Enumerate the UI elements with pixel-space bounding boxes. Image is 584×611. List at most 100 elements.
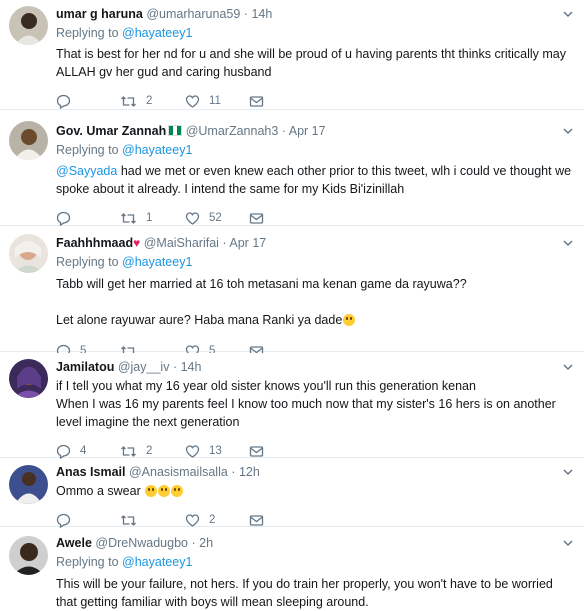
timestamp[interactable]: 2h	[199, 536, 213, 550]
avatar[interactable]	[9, 465, 48, 504]
avatar[interactable]	[9, 536, 48, 575]
chevron-down-icon[interactable]	[562, 237, 574, 249]
replying-to-mention[interactable]: @hayateey1	[122, 26, 192, 40]
display-name[interactable]: Jamilatou	[56, 360, 114, 374]
tweet[interactable]: Jamilatou @jay__iv · 14h if I tell you w…	[0, 353, 584, 461]
display-name[interactable]: Faahhhmaad	[56, 236, 133, 250]
tweet-text: Ommo a swear	[56, 482, 574, 500]
retweet-count: 2	[146, 445, 153, 457]
tweet-header: Awele @DreNwadugbo · 2h	[56, 533, 574, 553]
like-icon	[185, 513, 200, 527]
reply-icon	[56, 94, 71, 109]
username[interactable]: @UmarZannah3	[186, 124, 279, 138]
separator: ·	[243, 7, 248, 21]
reply-button[interactable]	[56, 208, 80, 228]
avatar[interactable]	[9, 234, 48, 273]
message-icon	[249, 514, 264, 526]
username[interactable]: @MaiSharifai	[144, 236, 219, 250]
timestamp[interactable]: Apr 17	[229, 236, 266, 250]
tweet-text: That is best for her nd for u and she wi…	[56, 47, 569, 79]
chevron-down-icon[interactable]	[562, 537, 574, 549]
avatar[interactable]	[9, 6, 48, 45]
separator: ·	[172, 360, 178, 374]
tweet[interactable]: Faahhhmaad♥ @MaiSharifai · Apr 17 Replyi…	[0, 227, 584, 359]
direct-message-button[interactable]	[249, 208, 264, 228]
replying-label: Replying to	[56, 255, 119, 269]
separator: ·	[222, 236, 227, 250]
reply-feed: umar g haruna @umarharuna59 · 14h Replyi…	[0, 0, 584, 610]
tears-of-joy-emoji	[171, 485, 184, 497]
reply-count: 4	[80, 445, 87, 457]
username[interactable]: @umarharuna59	[146, 7, 240, 21]
timestamp[interactable]: Apr 17	[289, 124, 326, 138]
timestamp[interactable]: 14h	[181, 360, 202, 374]
username[interactable]: @DreNwadugbo	[95, 536, 188, 550]
chevron-down-icon[interactable]	[562, 361, 574, 373]
reply-button[interactable]	[56, 510, 80, 530]
display-name[interactable]: Anas Ismail	[56, 465, 125, 479]
replying-label: Replying to	[56, 143, 119, 157]
tweet[interactable]: Anas Ismail @Anasismailsalla · 12h Ommo …	[0, 459, 584, 530]
timestamp[interactable]: 14h	[251, 7, 272, 21]
display-name[interactable]: Awele	[56, 536, 92, 550]
like-button[interactable]: 2	[185, 510, 215, 530]
tweet-header: umar g haruna @umarharuna59 · 14h	[56, 4, 574, 24]
direct-message-button[interactable]	[249, 510, 264, 530]
replying-to-mention[interactable]: @hayateey1	[122, 555, 192, 569]
retweet-button[interactable]: 1	[120, 208, 152, 228]
tweet-header: Gov. Umar Zannah @UmarZannah3 · Apr 17	[56, 121, 574, 141]
message-icon	[249, 212, 264, 224]
tweet[interactable]: umar g haruna @umarharuna59 · 14h Replyi…	[0, 0, 584, 110]
display-name[interactable]: umar g haruna	[56, 7, 143, 21]
reply-button[interactable]: 4	[56, 441, 86, 461]
username[interactable]: @jay__iv	[118, 360, 170, 374]
reply-icon	[56, 513, 71, 528]
retweet-icon	[121, 95, 136, 107]
retweet-icon	[121, 212, 136, 224]
grinning-face-emoji	[343, 314, 356, 326]
replying-label: Replying to	[56, 26, 119, 40]
chevron-down-icon[interactable]	[562, 8, 574, 20]
tweet-header: Jamilatou @jay__iv · 14h	[56, 357, 574, 377]
reply-button[interactable]	[56, 91, 80, 111]
like-button[interactable]: 52	[185, 208, 222, 228]
like-icon	[185, 444, 200, 458]
tweet-actions: 1 52	[56, 208, 574, 228]
retweet-icon	[121, 445, 136, 457]
reply-icon	[56, 444, 71, 459]
replying-to: Replying to @hayateey1	[56, 553, 574, 571]
display-name[interactable]: Gov. Umar Zannah	[56, 124, 166, 138]
retweet-button[interactable]: 2	[120, 91, 152, 111]
direct-message-button[interactable]	[249, 441, 264, 461]
replying-to: Replying to @hayateey1	[56, 141, 574, 159]
like-count: 52	[209, 212, 222, 224]
avatar[interactable]	[9, 359, 48, 398]
tweet[interactable]: Gov. Umar Zannah @UmarZannah3 · Apr 17 R…	[0, 111, 584, 226]
message-icon	[249, 445, 264, 457]
tweet-actions: 2 11	[56, 91, 574, 111]
tweet[interactable]: Awele @DreNwadugbo · 2h Replying to @hay…	[0, 528, 584, 610]
replying-to: Replying to @hayateey1	[56, 24, 574, 42]
like-icon	[185, 211, 200, 225]
username[interactable]: @Anasismailsalla	[129, 465, 228, 479]
like-button[interactable]: 13	[185, 441, 222, 461]
retweet-button[interactable]: 2	[120, 441, 152, 461]
avatar[interactable]	[9, 121, 48, 160]
tears-of-joy-emoji	[158, 485, 171, 497]
timestamp[interactable]: 12h	[239, 465, 260, 479]
retweet-button[interactable]	[120, 510, 146, 530]
nigeria-flag-emoji	[168, 125, 183, 136]
like-button[interactable]: 11	[185, 91, 221, 111]
direct-message-button[interactable]	[249, 91, 264, 111]
separator: ·	[191, 536, 196, 550]
retweet-count: 1	[146, 212, 153, 224]
tweet-actions: 4 2 13	[56, 441, 574, 461]
replying-to-mention[interactable]: @hayateey1	[122, 255, 192, 269]
replying-to: Replying to @hayateey1	[56, 253, 574, 271]
replying-label: Replying to	[56, 555, 119, 569]
mention-link[interactable]: @Sayyada	[56, 164, 117, 178]
chevron-down-icon[interactable]	[562, 466, 574, 478]
chevron-down-icon[interactable]	[562, 125, 574, 137]
replying-to-mention[interactable]: @hayateey1	[122, 143, 192, 157]
tweet-text: if I tell you what my 16 year old sister…	[56, 379, 556, 429]
